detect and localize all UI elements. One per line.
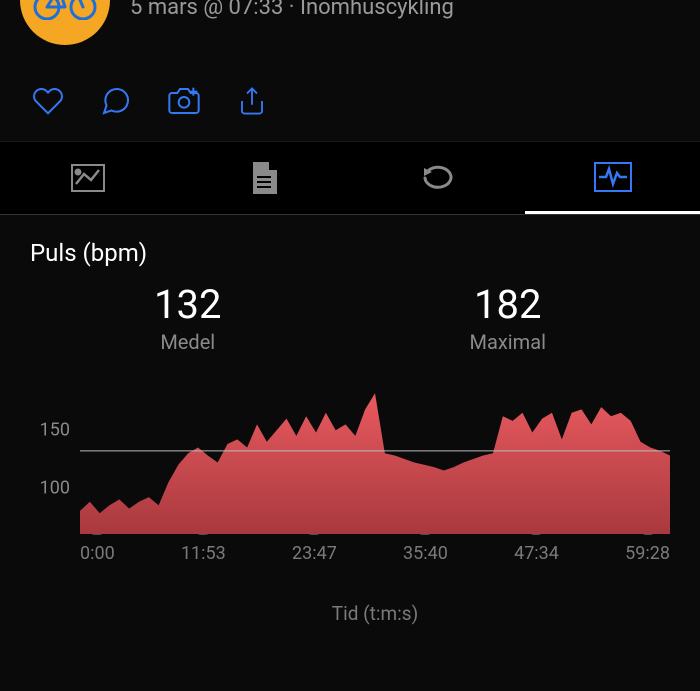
x-tick-label: 0:00 xyxy=(80,543,115,564)
chart-section: Puls (bpm) 132 Medel 182 Maximal 100150 … xyxy=(0,215,700,649)
activity-meta: 5 mars @ 07:33 · Inomhuscykling xyxy=(130,0,454,20)
x-tick-label: 47:34 xyxy=(514,543,559,564)
x-tick: 23:47 xyxy=(292,534,337,564)
x-tick-dot xyxy=(420,534,430,535)
x-tick: 59:28 xyxy=(625,534,670,564)
x-tick: 35:40 xyxy=(403,534,448,564)
x-tick-dot xyxy=(531,534,541,535)
chart-area xyxy=(80,393,670,534)
x-tick-dot xyxy=(92,534,102,535)
avatar[interactable] xyxy=(20,0,110,45)
x-tick-label: 59:28 xyxy=(625,543,670,564)
document-icon xyxy=(249,162,277,194)
x-axis-label: Tid (t:m:s) xyxy=(80,602,670,625)
x-tick-dot xyxy=(309,534,319,535)
x-tick-label: 11:53 xyxy=(181,543,226,564)
heartrate-chart[interactable]: 100150 0:0011:5323:4735:4047:3459:28 xyxy=(80,384,670,564)
chart-title: Puls (bpm) xyxy=(30,239,670,267)
photo-button[interactable] xyxy=(168,85,200,117)
stat-label: Maximal xyxy=(470,330,546,354)
y-axis: 100 150 xyxy=(30,384,70,534)
repeat-icon xyxy=(421,164,455,192)
detail-tabs xyxy=(0,142,700,215)
comment-icon xyxy=(100,85,132,117)
like-button[interactable] xyxy=(32,85,64,117)
y-tick-label: 150 xyxy=(40,420,70,441)
x-axis: 0:00 11:53 23:47 35:40 47:34 59:28 xyxy=(80,534,670,564)
route-icon xyxy=(71,164,105,192)
tab-details[interactable] xyxy=(175,142,350,214)
x-tick: 11:53 xyxy=(181,534,226,564)
tab-laps[interactable] xyxy=(350,142,525,214)
x-tick-label: 35:40 xyxy=(403,543,448,564)
tab-map[interactable] xyxy=(0,142,175,214)
y-tick-label: 100 xyxy=(40,477,70,498)
x-tick-dot xyxy=(198,534,208,535)
tab-heartrate[interactable] xyxy=(525,142,700,214)
camera-plus-icon xyxy=(168,84,200,118)
comment-button[interactable] xyxy=(100,85,132,117)
x-tick-label: 23:47 xyxy=(292,543,337,564)
activity-header: 5 mars @ 07:33 · Inomhuscykling xyxy=(0,0,700,65)
stat-average: 132 Medel xyxy=(154,281,221,354)
chart-plot xyxy=(80,384,670,534)
share-icon xyxy=(237,86,267,116)
pulse-icon xyxy=(594,162,632,192)
stat-value: 132 xyxy=(154,281,221,328)
stat-label: Medel xyxy=(154,330,221,354)
chart-stats: 132 Medel 182 Maximal xyxy=(30,281,670,354)
share-button[interactable] xyxy=(236,85,268,117)
x-tick-dot xyxy=(643,534,653,535)
stat-value: 182 xyxy=(470,281,546,328)
x-tick: 47:34 xyxy=(514,534,559,564)
bike-icon xyxy=(33,0,97,20)
action-bar xyxy=(0,65,700,142)
x-tick: 0:00 xyxy=(80,534,115,564)
stat-max: 182 Maximal xyxy=(470,281,546,354)
heart-icon xyxy=(32,85,64,117)
